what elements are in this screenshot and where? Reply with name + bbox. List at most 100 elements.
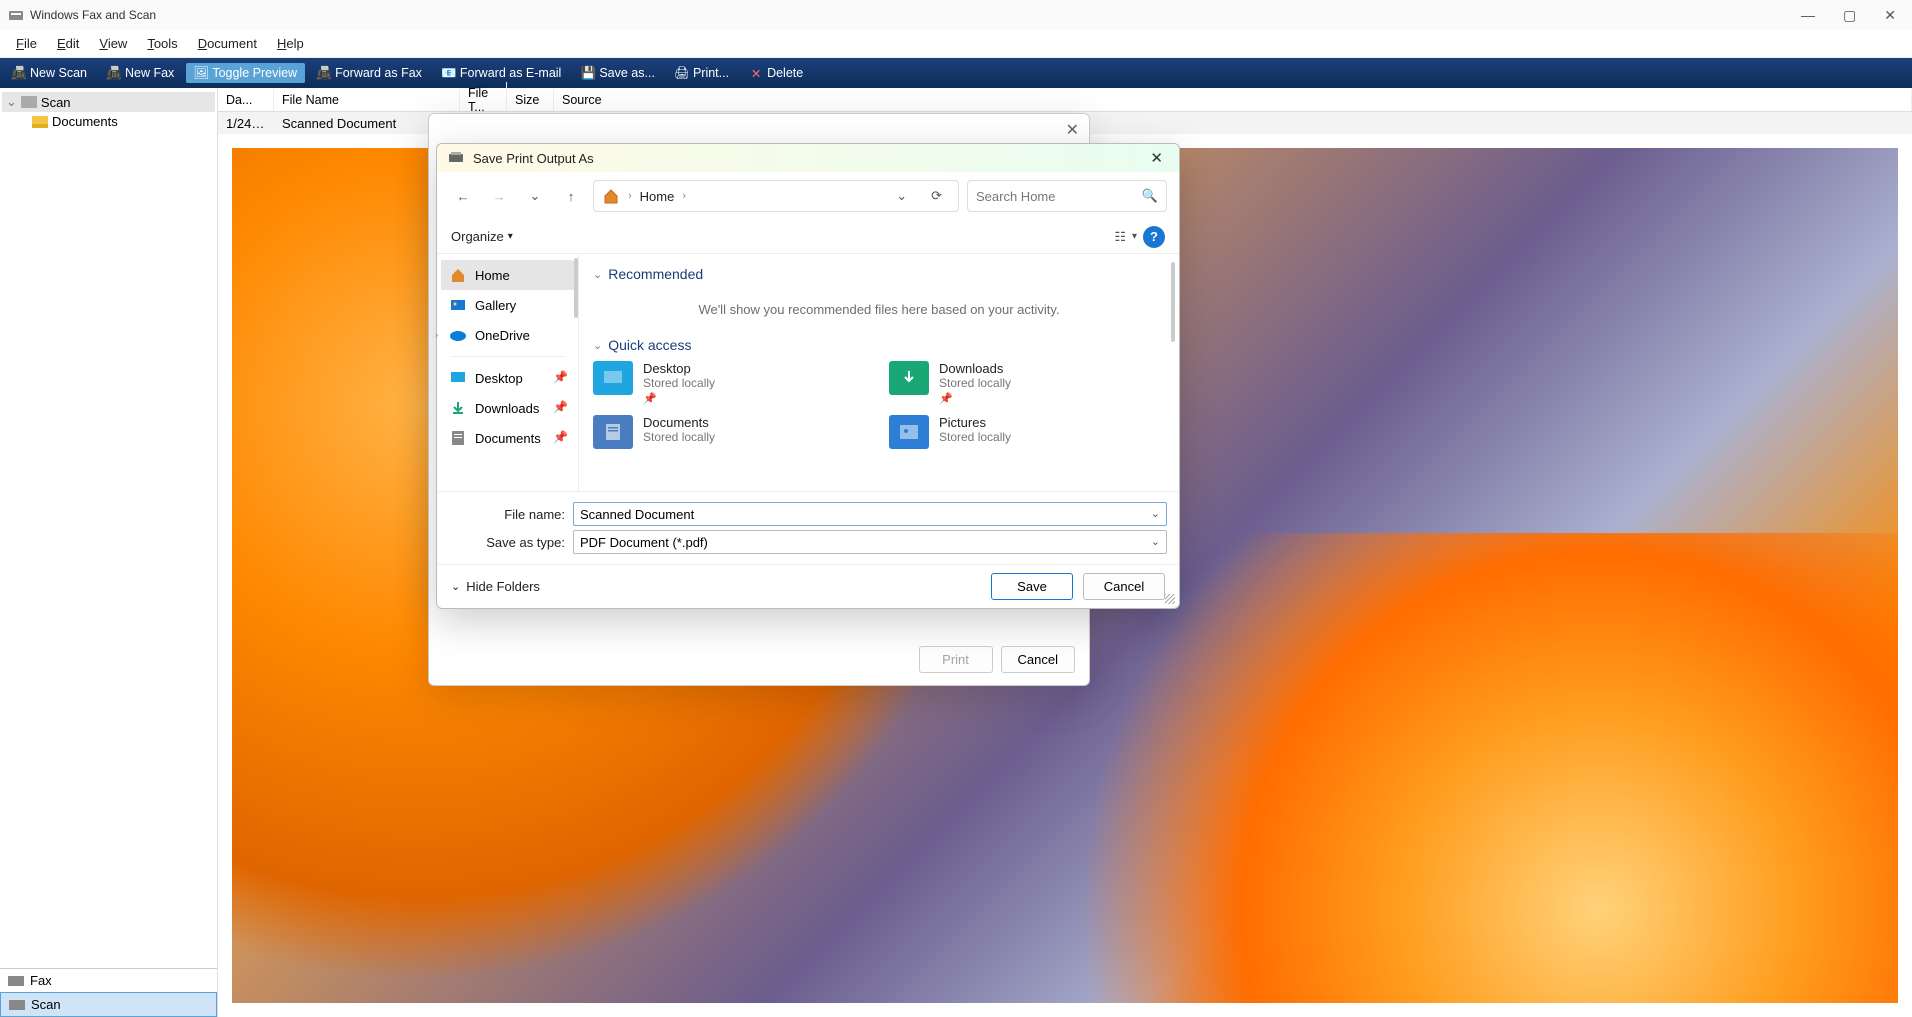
quick-item-pictures[interactable]: PicturesStored locally [889,415,1165,449]
print-dialog-close-button[interactable]: ✕ [1066,120,1079,140]
refresh-button[interactable]: ⟳ [923,188,950,204]
window-titlebar: Windows Fax and Scan — ▢ ✕ [0,0,1912,30]
toolbar-delete[interactable]: ✕Delete [741,63,811,83]
quick-item-desktop[interactable]: DesktopStored locally📌 [593,361,869,405]
save-dialog-nav: ← → ⌄ ↑ › Home › ⌄ ⟳ Search Home 🔍 [437,172,1179,220]
toolbar-print[interactable]: 🖨Print... [667,63,737,83]
save-dialog-title: Save Print Output As [473,151,594,166]
sidebar-item-desktop[interactable]: Desktop 📌 [441,363,574,393]
tree-item-documents[interactable]: Documents [2,112,215,131]
save-type-select[interactable]: PDF Document (*.pdf)⌄ [573,530,1167,554]
recommended-empty-text: We'll show you recommended files here ba… [593,302,1165,317]
pin-icon: 📌 [553,400,568,414]
chevron-down-icon[interactable]: ⌄ [1151,507,1160,520]
chevron-down-icon[interactable]: ⌄ [1151,535,1160,548]
toolbar: 📠New Scan 📠New Fax 🖼Toggle Preview 📠Forw… [0,58,1912,88]
chevron-right-icon[interactable]: › [682,190,686,202]
quick-item-documents[interactable]: DocumentsStored locally [593,415,869,449]
close-button[interactable]: ✕ [1884,7,1896,24]
menu-file[interactable]: File [6,32,47,55]
sidebar-item-documents[interactable]: Documents 📌 [441,423,574,453]
column-filename[interactable]: File Name [274,89,460,111]
toolbar-new-fax[interactable]: 📠New Fax [99,63,182,83]
menu-help[interactable]: Help [267,32,314,55]
minimize-button[interactable]: — [1801,7,1815,24]
list-header: Da... File Name File T... Size Source [218,88,1912,112]
bottom-tabs: Fax Scan [0,968,217,1017]
organize-menu[interactable]: Organize▾ [451,229,513,244]
downloads-icon [449,399,467,417]
toolbar-new-scan[interactable]: 📠New Scan [4,63,95,83]
column-size[interactable]: Size [507,89,554,111]
forward-fax-icon: 📠 [317,66,331,80]
section-quick-access[interactable]: ⌄ Quick access [593,337,1165,353]
search-placeholder: Search Home [976,189,1134,204]
column-source[interactable]: Source [554,89,1912,111]
save-dialog-close-button[interactable]: ✕ [1144,149,1169,167]
expand-icon[interactable]: › [435,330,438,341]
content-scrollbar[interactable] [1171,262,1175,342]
window-title: Windows Fax and Scan [30,8,156,22]
pin-icon: 📌 [553,370,568,384]
sidebar-item-home[interactable]: Home [441,260,574,290]
save-dialog-footer: ⌄Hide Folders Save Cancel [437,564,1179,608]
print-icon: 🖨 [675,66,689,80]
help-button[interactable]: ? [1143,226,1165,248]
tab-scan[interactable]: Scan [0,992,217,1017]
sidebar-item-downloads[interactable]: Downloads 📌 [441,393,574,423]
menu-document[interactable]: Document [188,32,267,55]
toolbar-toggle-preview[interactable]: 🖼Toggle Preview [186,63,305,83]
collapse-icon[interactable]: ⌄ [6,94,17,110]
pin-icon: 📌 [553,430,568,444]
desktop-folder-icon [593,361,633,395]
print-cancel-button[interactable]: Cancel [1001,646,1075,673]
nav-forward-button[interactable]: → [485,182,513,210]
breadcrumb-home[interactable]: Home [640,189,675,204]
toolbar-forward-fax[interactable]: 📠Forward as Fax [309,63,430,83]
fax-icon: 📠 [107,66,121,80]
quick-access-grid: DesktopStored locally📌 DownloadsStored l… [593,361,1165,449]
view-mode-button[interactable]: ☷▾ [1114,229,1137,245]
print-button[interactable]: Print [919,646,993,673]
menu-edit[interactable]: Edit [47,32,89,55]
folder-pane: ⌄ Scan Documents Fax Scan [0,88,218,1017]
nav-recent-button[interactable]: ⌄ [521,182,549,210]
address-bar[interactable]: › Home › ⌄ ⟳ [593,180,959,212]
chevron-right-icon: › [628,190,632,202]
save-button[interactable]: Save [991,573,1073,600]
sidebar-item-gallery[interactable]: Gallery [441,290,574,320]
column-date[interactable]: Da... [218,89,274,111]
sidebar-scrollbar[interactable] [574,258,578,318]
hide-folders-button[interactable]: ⌄Hide Folders [451,579,540,594]
search-icon: 🔍 [1142,188,1158,204]
resize-grip[interactable] [1165,594,1175,604]
printer-icon [447,151,465,165]
file-name-input[interactable]: Scanned Document⌄ [573,502,1167,526]
nav-up-button[interactable]: ↑ [557,182,585,210]
documents-icon [449,429,467,447]
chevron-down-icon: ⌄ [593,339,602,352]
folder-tree: ⌄ Scan Documents [0,88,217,968]
section-recommended[interactable]: ⌄ Recommended [593,266,1165,282]
menu-tools[interactable]: Tools [137,32,187,55]
menu-bar: File Edit View Tools Document Help [0,30,1912,58]
onedrive-icon [449,326,467,344]
sidebar-item-onedrive[interactable]: › OneDrive [441,320,574,350]
tree-item-scan[interactable]: ⌄ Scan [2,92,215,112]
save-dialog-body: Home Gallery › OneDrive Desktop 📌 Downlo… [437,254,1179,491]
toolbar-save-as[interactable]: 💾Save as... [573,63,663,83]
cancel-button[interactable]: Cancel [1083,573,1165,600]
nav-back-button[interactable]: ← [449,182,477,210]
chevron-down-icon: ▾ [508,231,513,242]
menu-view[interactable]: View [89,32,137,55]
maximize-button[interactable]: ▢ [1843,7,1856,24]
toolbar-forward-email[interactable]: 📧Forward as E-mail [434,63,569,83]
address-dropdown-button[interactable]: ⌄ [888,188,915,204]
chevron-down-icon: ▾ [1132,231,1137,242]
quick-item-downloads[interactable]: DownloadsStored locally📌 [889,361,1165,405]
search-input[interactable]: Search Home 🔍 [967,180,1167,212]
delete-icon: ✕ [749,66,763,80]
desktop-icon [449,369,467,387]
tab-fax[interactable]: Fax [0,969,217,992]
view-icon: ☷ [1114,229,1126,245]
